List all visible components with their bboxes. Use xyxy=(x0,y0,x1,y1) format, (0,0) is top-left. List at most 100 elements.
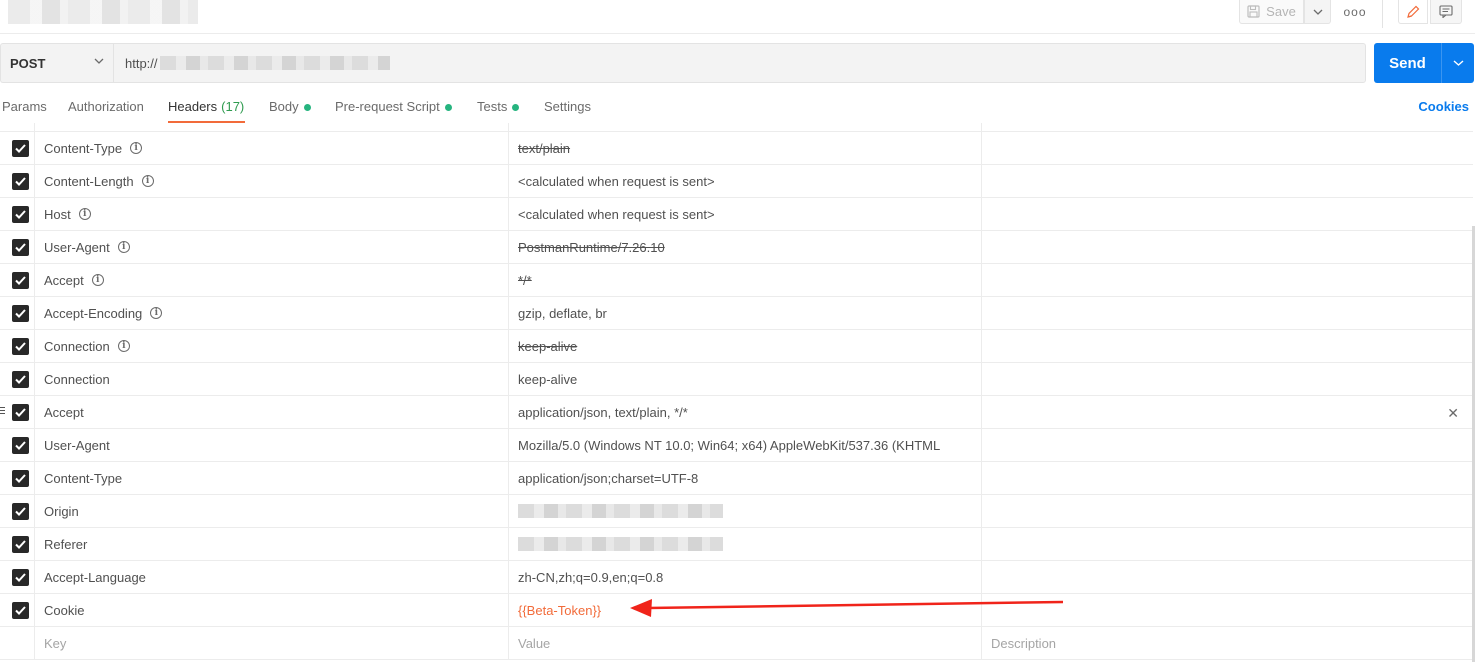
header-enabled-checkbox[interactable] xyxy=(12,272,29,289)
save-button[interactable]: Save xyxy=(1239,0,1304,24)
description-cell[interactable] xyxy=(982,132,1473,164)
header-enabled-checkbox[interactable] xyxy=(12,338,29,355)
value-placeholder: Value xyxy=(518,635,551,651)
value-cell[interactable]: PostmanRuntime/7.26.10 xyxy=(509,231,982,263)
check-icon xyxy=(15,375,26,384)
description-cell[interactable]: ✕ xyxy=(982,396,1473,428)
description-cell[interactable] xyxy=(982,264,1473,296)
value-cell[interactable]: zh-CN,zh;q=0.9,en;q=0.8 xyxy=(509,561,982,593)
url-input[interactable]: http:// xyxy=(113,43,1366,83)
description-cell[interactable] xyxy=(982,594,1473,626)
method-label: POST xyxy=(10,55,46,71)
key-cell[interactable]: Cookie xyxy=(35,594,509,626)
tab-authorization[interactable]: Authorization xyxy=(68,93,144,123)
header-enabled-checkbox[interactable] xyxy=(12,140,29,157)
header-value: zh-CN,zh;q=0.9,en;q=0.8 xyxy=(518,569,664,585)
key-cell[interactable]: User-Agent i xyxy=(35,231,509,263)
tab-pre-request-script[interactable]: Pre-request Script xyxy=(335,93,452,123)
info-icon[interactable]: i xyxy=(117,241,130,253)
description-cell[interactable] xyxy=(982,165,1473,197)
value-cell[interactable]: gzip, deflate, br xyxy=(509,297,982,329)
header-enabled-checkbox[interactable] xyxy=(12,206,29,223)
tab-label: Authorization xyxy=(68,99,144,114)
header-value: <calculated when request is sent> xyxy=(518,206,715,222)
description-cell[interactable] xyxy=(982,330,1473,362)
info-icon[interactable]: i xyxy=(130,142,143,154)
key-cell[interactable]: Content-Type xyxy=(35,462,509,494)
description-cell[interactable] xyxy=(982,363,1473,395)
header-enabled-checkbox[interactable] xyxy=(12,437,29,454)
tab-tests[interactable]: Tests xyxy=(477,93,520,123)
info-icon[interactable]: i xyxy=(91,274,104,286)
header-enabled-checkbox[interactable] xyxy=(12,602,29,619)
header-enabled-checkbox[interactable] xyxy=(12,404,29,421)
header-value: <calculated when request is sent> xyxy=(518,173,715,189)
info-icon[interactable]: i xyxy=(78,208,91,220)
key-cell[interactable]: Host i xyxy=(35,198,509,230)
header-enabled-checkbox[interactable] xyxy=(12,305,29,322)
info-icon[interactable]: i xyxy=(150,307,163,319)
description-cell[interactable] xyxy=(982,231,1473,263)
value-cell[interactable]: keep-alive xyxy=(509,363,982,395)
key-cell[interactable]: Content-Type i xyxy=(35,132,509,164)
value-cell[interactable]: application/json;charset=UTF-8 xyxy=(509,462,982,494)
tab-settings[interactable]: Settings xyxy=(544,93,591,123)
value-cell[interactable]: Mozilla/5.0 (Windows NT 10.0; Win64; x64… xyxy=(509,429,982,461)
header-enabled-checkbox[interactable] xyxy=(12,569,29,586)
info-icon[interactable]: i xyxy=(117,340,130,352)
save-options-button[interactable] xyxy=(1304,0,1331,24)
toolbar-divider xyxy=(1382,0,1383,28)
header-enabled-checkbox[interactable] xyxy=(12,536,29,553)
send-button[interactable]: Send xyxy=(1374,43,1441,83)
header-enabled-checkbox[interactable] xyxy=(12,173,29,190)
value-cell[interactable]: <calculated when request is sent> xyxy=(509,198,982,230)
key-cell[interactable]: Origin xyxy=(35,495,509,527)
value-cell[interactable] xyxy=(509,495,982,527)
description-cell[interactable] xyxy=(982,429,1473,461)
value-cell[interactable]: application/json, text/plain, */* xyxy=(509,396,982,428)
info-icon[interactable]: i xyxy=(141,175,154,187)
key-cell[interactable]: Accept i xyxy=(35,264,509,296)
tab-label: Body xyxy=(269,99,299,114)
key-cell[interactable]: Connection i xyxy=(35,330,509,362)
key-cell[interactable]: Content-Length i xyxy=(35,165,509,197)
description-cell[interactable] xyxy=(982,462,1473,494)
tab-body[interactable]: Body xyxy=(269,93,311,123)
checkbox-cell xyxy=(0,165,35,197)
description-cell[interactable] xyxy=(982,528,1473,560)
send-options-button[interactable] xyxy=(1441,43,1474,83)
value-input[interactable]: Value xyxy=(509,627,982,659)
cookies-link[interactable]: Cookies xyxy=(1418,99,1469,114)
value-cell[interactable]: text/plain xyxy=(509,132,982,164)
header-enabled-checkbox[interactable] xyxy=(12,371,29,388)
value-cell[interactable] xyxy=(509,528,982,560)
header-enabled-checkbox[interactable] xyxy=(12,470,29,487)
close-icon[interactable]: ✕ xyxy=(1447,405,1459,422)
key-cell[interactable]: Accept-Encoding i xyxy=(35,297,509,329)
edit-button[interactable] xyxy=(1398,0,1428,24)
key-cell[interactable]: Accept-Language xyxy=(35,561,509,593)
value-cell[interactable]: <calculated when request is sent> xyxy=(509,165,982,197)
more-options-button[interactable]: ooo xyxy=(1340,2,1370,22)
header-enabled-checkbox[interactable] xyxy=(12,239,29,256)
checkbox-cell xyxy=(0,123,35,131)
value-cell[interactable]: */* xyxy=(509,264,982,296)
header-enabled-checkbox[interactable] xyxy=(12,503,29,520)
description-cell[interactable] xyxy=(982,198,1473,230)
tab-params[interactable]: Params xyxy=(2,93,47,123)
description-cell[interactable] xyxy=(982,297,1473,329)
key-input[interactable]: Key xyxy=(35,627,509,659)
description-input[interactable]: Description xyxy=(982,627,1473,659)
key-cell[interactable]: Referer xyxy=(35,528,509,560)
tab-headers[interactable]: Headers (17) xyxy=(168,93,245,123)
key-cell[interactable]: Connection xyxy=(35,363,509,395)
description-cell[interactable] xyxy=(982,561,1473,593)
value-cell[interactable]: {{Beta-Token}} xyxy=(509,594,982,626)
key-cell[interactable]: User-Agent xyxy=(35,429,509,461)
method-select[interactable]: POST xyxy=(0,43,113,83)
key-cell[interactable]: Accept xyxy=(35,396,509,428)
comments-button[interactable] xyxy=(1430,0,1462,24)
value-cell[interactable]: keep-alive xyxy=(509,330,982,362)
check-icon xyxy=(15,408,26,417)
description-cell[interactable] xyxy=(982,495,1473,527)
